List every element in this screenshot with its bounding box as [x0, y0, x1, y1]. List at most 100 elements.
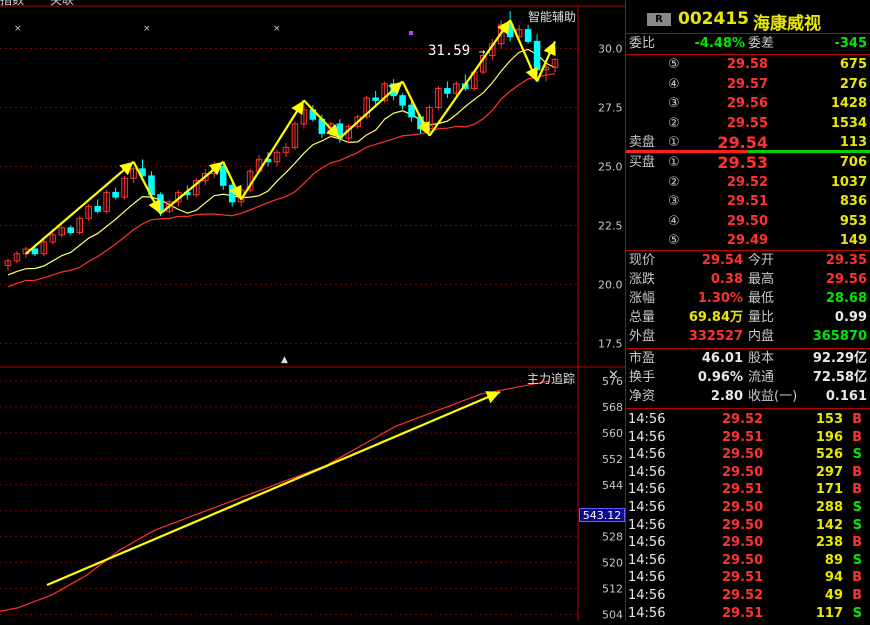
tick-row: 14:56 29.51 117 S — [626, 605, 870, 623]
top-panel-label: 智能辅助 — [528, 10, 577, 24]
trend-arrow — [132, 161, 162, 215]
tick-flag: B — [852, 412, 862, 427]
stat-value: 365870 — [812, 329, 867, 344]
tick-row: 14:56 29.52 153 B — [626, 411, 870, 429]
kline-chart[interactable]: 30.027.525.022.520.017.55765685605525445… — [0, 0, 625, 622]
candle-body — [408, 104, 415, 118]
bid-level: ④ — [668, 213, 680, 229]
trend-arrow — [25, 160, 135, 255]
tick-flag: B — [852, 464, 862, 480]
tick-row: 14:56 29.50 526 S — [626, 446, 870, 464]
fundamental-row: 换手 0.96% 流通 72.58亿 — [626, 369, 870, 387]
indicator-tick-label: 552 — [602, 453, 623, 466]
fundamental-value: 92.29亿 — [812, 351, 867, 366]
tick-price: 29.52 — [722, 588, 764, 603]
price-tick-label: 25.0 — [598, 160, 623, 173]
ask-level: ⑤ — [668, 57, 680, 72]
tick-time: 14:56 — [628, 429, 666, 445]
candle-body — [444, 88, 451, 94]
bid-row: ② 29.52 1037 — [626, 174, 870, 192]
stat-label: 最高 — [748, 272, 775, 287]
tick-flag: S — [852, 447, 862, 463]
tick-flag: B — [852, 588, 862, 603]
chart-area[interactable]: 30.0 27.5 25.0 22.5 20.0 17.5 576 568 560 552 544 5… — [0, 0, 625, 622]
signal-dot — [409, 31, 413, 35]
stat-row: 总量 69.84万 量比 0.99 — [626, 309, 870, 327]
fundamental-row: 净资 2.80 收益(一) 0.161 — [626, 388, 870, 406]
tick-flag: B — [852, 535, 862, 551]
tick-price: 29.51 — [722, 605, 764, 621]
stat-value: 1.30% — [697, 291, 743, 306]
tick-time: 14:56 — [628, 552, 666, 568]
stat-label: 总量 — [629, 310, 656, 325]
tick-volume: 288 — [815, 500, 843, 515]
fundamental-label: 股本 — [748, 351, 775, 366]
marker-x-icon: × — [14, 24, 22, 34]
bid-level: ③ — [668, 194, 680, 209]
indicator-tick-label: 528 — [602, 531, 623, 544]
tick-time: 14:56 — [628, 605, 666, 621]
tick-volume: 142 — [815, 517, 843, 533]
fundamental-row: 市盈 46.01 股本 92.29亿 — [626, 350, 870, 368]
divider — [626, 408, 870, 409]
close-indicator-icon[interactable]: ✕ — [608, 368, 619, 383]
weibi-value: -4.48% — [694, 36, 746, 51]
tick-time: 14:56 — [628, 588, 666, 603]
tick-flag: S — [852, 552, 862, 568]
tick-row: 14:56 29.50 238 B — [626, 534, 870, 552]
stat-label: 现价 — [629, 253, 656, 268]
trend-arrow — [46, 390, 501, 587]
tick-time: 14:56 — [628, 464, 666, 480]
tab-fragment-index[interactable]: 指数 — [0, 0, 24, 8]
indicator-tick-label: 544 — [602, 479, 623, 492]
ask-level: ④ — [668, 76, 680, 92]
fundamental-label: 换手 — [629, 370, 656, 385]
candle-body — [67, 227, 75, 234]
scroll-marker-icon[interactable]: ▲ — [281, 355, 288, 365]
weicha-value: -345 — [834, 36, 867, 51]
divider — [626, 33, 870, 34]
stat-value: 69.84万 — [688, 310, 743, 325]
tick-time: 14:56 — [628, 412, 666, 427]
fundamental-label: 流通 — [748, 370, 775, 385]
tick-row: 14:56 29.51 196 B — [626, 429, 870, 447]
ask-price: 29.55 — [726, 115, 768, 131]
stat-value: 0.99 — [834, 310, 867, 325]
tick-price: 29.51 — [722, 429, 764, 445]
high-price-annotation: 31.59 → — [428, 43, 486, 59]
tick-time: 14:56 — [628, 517, 666, 533]
tick-price: 29.50 — [722, 535, 764, 551]
tick-flag: B — [852, 429, 862, 445]
indicator-tick-label: 568 — [602, 401, 623, 414]
quote-panel: R 002415 海康威视 委比 -4.48% 委差 -345 ⑤ 29.58 67… — [625, 0, 870, 621]
bid-row: 买盘 ① 29.53 706 — [626, 154, 870, 172]
trend-arrow — [339, 80, 404, 139]
bid-price: 29.50 — [726, 213, 768, 229]
trend-arrow — [428, 19, 512, 137]
ma-short-line — [7, 48, 556, 276]
candle-body — [533, 40, 541, 71]
ask-price: 29.56 — [726, 96, 768, 111]
tick-volume: 171 — [815, 482, 843, 498]
price-tick-label: 17.5 — [598, 337, 623, 350]
candle-body — [112, 191, 119, 198]
bid-volume: 706 — [839, 155, 867, 170]
tab-fragment-related[interactable]: 关联 — [50, 0, 74, 8]
candle-body — [219, 165, 227, 186]
bid-level: ① — [668, 155, 680, 170]
divider — [626, 54, 870, 55]
bid-row: ⑤ 29.49 149 — [626, 232, 870, 250]
bid-price: 29.51 — [726, 194, 768, 209]
trend-arrow — [401, 81, 431, 137]
tick-price: 29.51 — [722, 570, 764, 586]
ask-volume: 675 — [839, 57, 867, 72]
stat-label: 涨幅 — [629, 291, 656, 306]
main-force-line — [0, 380, 551, 612]
tick-volume: 526 — [815, 447, 843, 463]
candle-body — [94, 206, 101, 212]
fundamental-value: 72.58亿 — [812, 370, 867, 385]
bid-price: 29.53 — [717, 153, 768, 172]
stat-row: 涨跌 0.38 最高 29.56 — [626, 271, 870, 289]
tick-price: 29.50 — [722, 517, 764, 533]
ask-row: ④ 29.57 276 — [626, 76, 870, 94]
